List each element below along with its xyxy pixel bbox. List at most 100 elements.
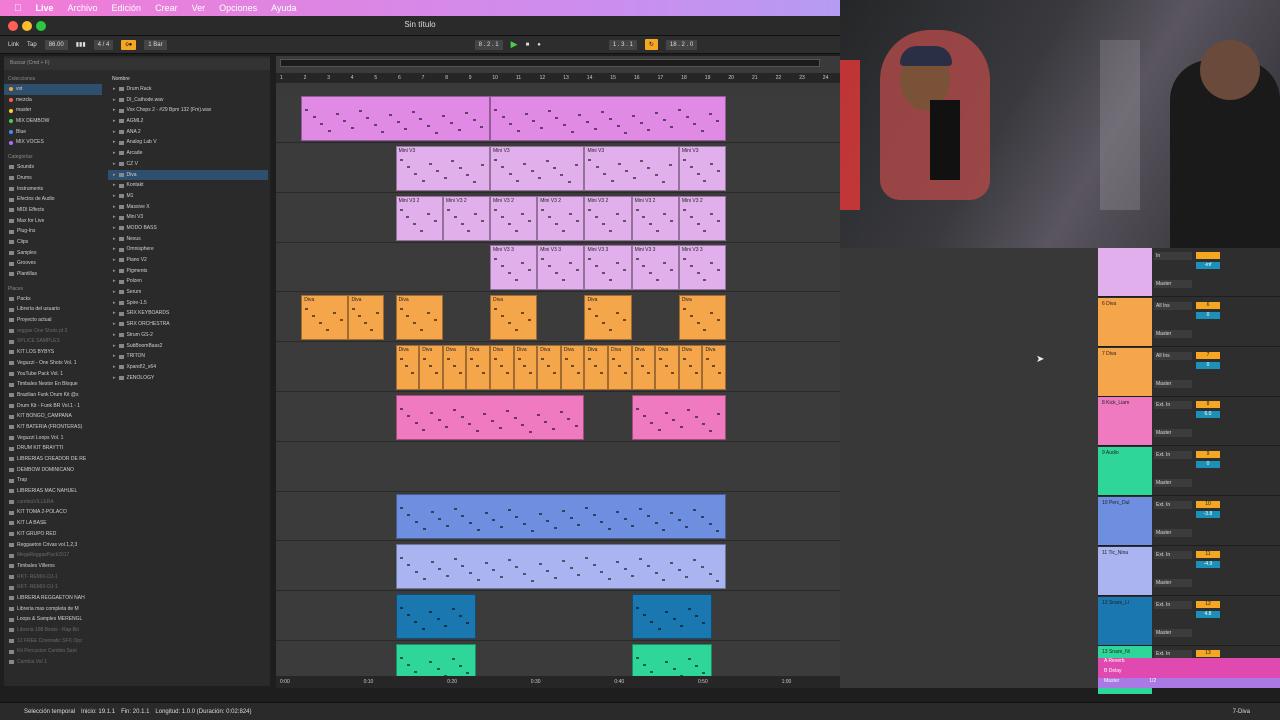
- empty-arrangement-area[interactable]: [840, 248, 1098, 688]
- expand-arrow-icon[interactable]: ▸: [113, 191, 116, 202]
- browser-item[interactable]: ▸ Kontakt: [108, 180, 268, 191]
- loop-length-field[interactable]: 18 . 2 . 0: [665, 39, 698, 50]
- track-volume-field[interactable]: 4.8: [1196, 610, 1220, 618]
- category-item[interactable]: Drums: [4, 173, 102, 184]
- clip[interactable]: Diva: [490, 295, 538, 341]
- track-volume-field[interactable]: 0: [1196, 311, 1220, 319]
- expand-arrow-icon[interactable]: ▸: [113, 287, 116, 298]
- place-item[interactable]: LIBRERIAS CREADOR DE RE: [4, 454, 102, 465]
- clip[interactable]: [631, 594, 712, 639]
- browser-item[interactable]: ▸ Vox Chops 2 - #29 Bpm 132 (Fm).wav: [108, 105, 268, 116]
- arrangement-track[interactable]: [276, 392, 840, 442]
- arrangement-overview[interactable]: [280, 59, 820, 67]
- input-type-select[interactable]: All Ins: [1154, 301, 1192, 310]
- output-routing-select[interactable]: Master: [1154, 479, 1192, 488]
- clip[interactable]: Mini V3 2: [490, 195, 538, 241]
- place-item[interactable]: reggae One Shots pt 3: [4, 326, 102, 337]
- track-activator-button[interactable]: 6: [1196, 301, 1220, 309]
- menu-archivo[interactable]: Archivo: [68, 3, 98, 13]
- track-header[interactable]: 7 Diva: [1098, 347, 1152, 396]
- input-type-select[interactable]: Ext. In: [1154, 451, 1192, 460]
- clip[interactable]: Diva: [560, 345, 585, 390]
- clip[interactable]: Diva: [395, 295, 443, 341]
- place-item[interactable]: cumbiaVILLERA: [4, 497, 102, 508]
- clip[interactable]: Mini V3: [395, 145, 491, 191]
- arrangement-view[interactable]: 1 2 3 4 5 6 7 8 9 10 11 12 13 14 15 16 17 18 19 20 21 22 23 24 …: [276, 56, 840, 688]
- place-item[interactable]: Libreria mas completa de M: [4, 604, 102, 615]
- expand-arrow-icon[interactable]: ▸: [113, 159, 116, 170]
- collection-item[interactable]: MIX VOCES: [4, 137, 102, 148]
- expand-arrow-icon[interactable]: ▸: [113, 255, 116, 266]
- arrangement-track[interactable]: Mini V3 3 Mini V3 3 Mini V3 3 Mini V3 3 Mini…: [276, 243, 840, 293]
- browser-item[interactable]: ▸ ZENOLOGY: [108, 373, 268, 384]
- browser-item[interactable]: ▸ Omnisphere: [108, 244, 268, 255]
- browser-item[interactable]: ▸ Strum GS-2: [108, 330, 268, 341]
- category-item[interactable]: Efectos de Audio: [4, 194, 102, 205]
- place-item[interactable]: LIBRERIA REGGAETON NAH: [4, 593, 102, 604]
- track-volume-field[interactable]: -4.9: [1196, 560, 1220, 568]
- track-activator-button[interactable]: 8: [1196, 401, 1220, 409]
- browser-item[interactable]: ▸ M1: [108, 191, 268, 202]
- track-activator-button[interactable]: [1196, 252, 1220, 259]
- expand-arrow-icon[interactable]: ▸: [113, 127, 116, 138]
- expand-arrow-icon[interactable]: ▸: [113, 234, 116, 245]
- track-header[interactable]: 12 Snare_Li: [1098, 596, 1152, 645]
- input-type-select[interactable]: Ext. In: [1154, 600, 1192, 609]
- arrangement-track[interactable]: [276, 542, 840, 592]
- expand-arrow-icon[interactable]: ▸: [113, 276, 116, 287]
- metronome-toggle[interactable]: o●: [121, 39, 137, 50]
- clip[interactable]: Mini V3: [678, 145, 727, 191]
- place-item[interactable]: RKT- REMIX-DJ-1: [4, 572, 102, 583]
- place-item[interactable]: KIT BONGO_CAMPANA: [4, 411, 102, 422]
- menu-ver[interactable]: Ver: [192, 3, 206, 13]
- track-header[interactable]: 11 Tic_Nina: [1098, 546, 1152, 595]
- clip[interactable]: Diva: [608, 345, 632, 390]
- browser-item[interactable]: ▸ CZ V: [108, 159, 268, 170]
- clip[interactable]: Mini V3 2: [395, 195, 443, 241]
- input-type-select[interactable]: In: [1154, 252, 1192, 260]
- beat-time-ruler[interactable]: 1 2 3 4 5 6 7 8 9 10 11 12 13 14 15 16 17 18 19 20 21 22 23 24: [276, 73, 840, 83]
- browser-item[interactable]: ▸ Massive X: [108, 202, 268, 213]
- arrangement-track[interactable]: Diva Diva Diva Diva Diva Diva Diva Diva Diva Diva…: [276, 343, 840, 392]
- clip[interactable]: [301, 96, 491, 141]
- clip[interactable]: Diva: [490, 345, 514, 390]
- clip[interactable]: Diva: [513, 345, 538, 390]
- browser-search-input[interactable]: Buscar (Cmd + F): [4, 58, 270, 70]
- clip[interactable]: [490, 96, 727, 141]
- track-volume-field[interactable]: 6.0: [1196, 411, 1220, 419]
- name-column-header[interactable]: Nombre: [108, 74, 268, 84]
- expand-arrow-icon[interactable]: ▸: [113, 212, 116, 223]
- clip[interactable]: Mini V3 2: [678, 195, 727, 241]
- browser-item[interactable]: ▸ Arcade: [108, 148, 268, 159]
- expand-arrow-icon[interactable]: ▸: [113, 223, 116, 234]
- browser-item[interactable]: ▸ SubBoomBass2: [108, 341, 268, 352]
- clip[interactable]: Mini V3 3: [584, 245, 632, 291]
- expand-arrow-icon[interactable]: ▸: [113, 319, 116, 330]
- menu-edicion[interactable]: Edición: [112, 3, 142, 13]
- clip[interactable]: Diva: [419, 345, 443, 390]
- expand-arrow-icon[interactable]: ▸: [113, 244, 116, 255]
- expand-arrow-icon[interactable]: ▸: [113, 362, 116, 373]
- place-item[interactable]: Packs: [4, 294, 102, 305]
- browser-item[interactable]: ▸ Nexus: [108, 234, 268, 245]
- expand-arrow-icon[interactable]: ▸: [113, 341, 116, 352]
- browser-item[interactable]: ▸ SRX ORCHESTRA: [108, 319, 268, 330]
- place-item[interactable]: RKT- REMIX-DJ-1: [4, 582, 102, 593]
- clip[interactable]: Mini V3: [584, 145, 679, 191]
- quantize-select[interactable]: 1 Bar: [144, 39, 167, 50]
- expand-arrow-icon[interactable]: ▸: [113, 137, 116, 148]
- clip[interactable]: Diva: [655, 345, 679, 390]
- browser-item[interactable]: ▸ Serum: [108, 287, 268, 298]
- clip[interactable]: [395, 394, 585, 440]
- stop-icon[interactable]: ■: [526, 42, 530, 48]
- place-item[interactable]: Cumbia Vol 1: [4, 657, 102, 668]
- category-item[interactable]: MIDI Effects: [4, 205, 102, 216]
- browser-item[interactable]: ▸ Xpand!2_x64: [108, 362, 268, 373]
- category-item[interactable]: Samples: [4, 248, 102, 259]
- browser-item[interactable]: ▸ Drum Rack: [108, 84, 268, 95]
- input-type-select[interactable]: Ext. In: [1154, 401, 1192, 410]
- browser-item[interactable]: ▸ Diva: [108, 169, 268, 181]
- track-header[interactable]: 8 Kick_Liam: [1098, 397, 1152, 446]
- place-item[interactable]: YouTube Pack Vol. 1: [4, 369, 102, 380]
- clip[interactable]: [395, 494, 727, 540]
